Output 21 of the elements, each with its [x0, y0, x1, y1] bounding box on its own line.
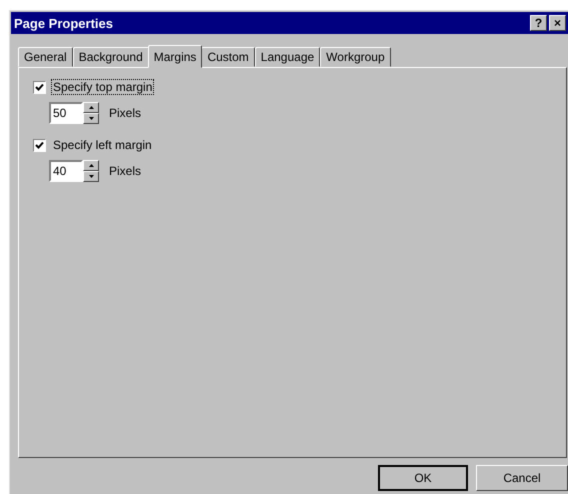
- number-field[interactable]: 50: [49, 102, 83, 124]
- tab[interactable]: General: [18, 47, 73, 67]
- tab[interactable]: Background: [72, 47, 149, 67]
- unit-label: Pixels: [109, 164, 142, 178]
- cancel-button[interactable]: Cancel: [476, 465, 568, 491]
- help-button[interactable]: ?: [530, 15, 547, 31]
- tab[interactable]: Custom: [201, 47, 255, 67]
- spinner-arrows-icon[interactable]: [83, 160, 99, 182]
- checkbox-label[interactable]: Specify top margin: [52, 80, 154, 94]
- checkbox[interactable]: [33, 138, 46, 152]
- spinner-arrows-icon[interactable]: [83, 102, 99, 124]
- number-field[interactable]: 40: [49, 160, 83, 182]
- checkbox[interactable]: [33, 80, 46, 94]
- tab[interactable]: Workgroup: [320, 47, 391, 67]
- tab[interactable]: Margins: [148, 45, 202, 68]
- unit-label: Pixels: [109, 106, 142, 120]
- checkbox-label[interactable]: Specify left margin: [52, 138, 153, 152]
- tab[interactable]: Language: [254, 47, 320, 67]
- close-button[interactable]: ×: [549, 15, 566, 31]
- ok-button[interactable]: OK: [378, 465, 468, 491]
- window-title: Page Properties: [14, 16, 113, 30]
